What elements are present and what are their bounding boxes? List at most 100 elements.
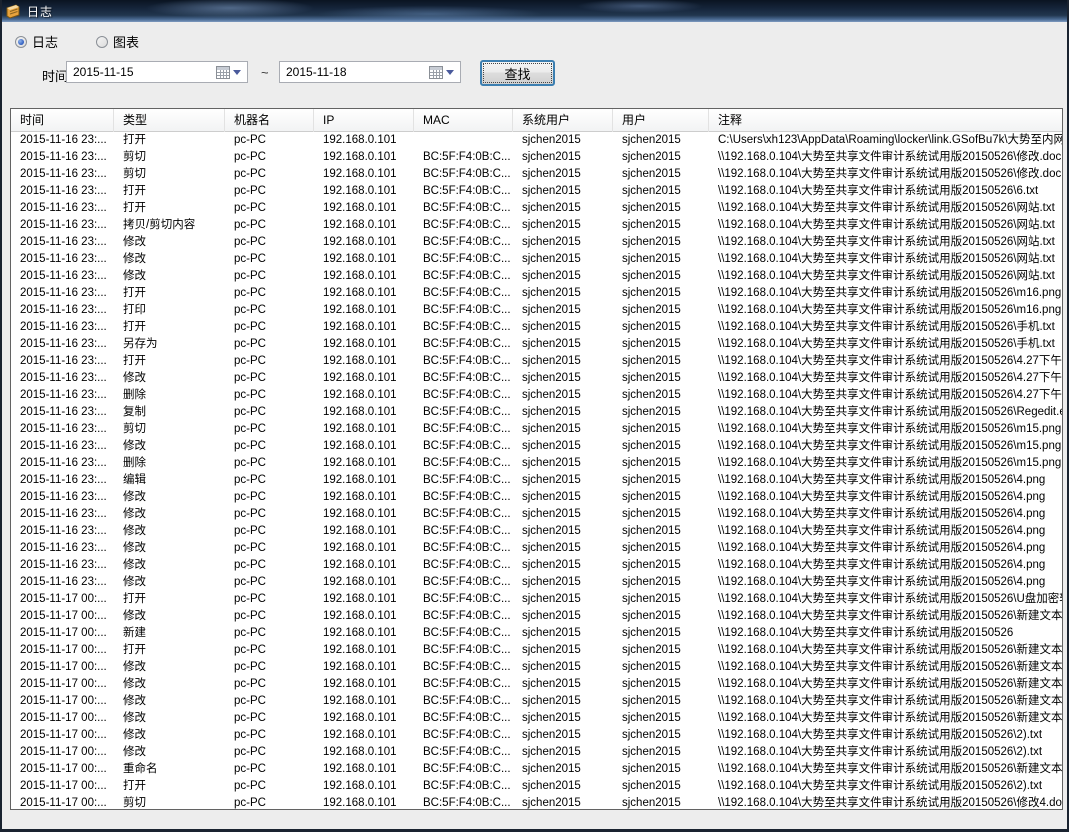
- time-label: 时间: [42, 66, 68, 85]
- cell-type: 拷贝/剪切内容: [114, 217, 225, 234]
- table-row[interactable]: 2015-11-17 00:...新建pc-PC192.168.0.101BC:…: [11, 625, 1062, 642]
- cell-machine: pc-PC: [225, 455, 314, 472]
- cell-type: 修改: [114, 489, 225, 506]
- cell-comment: \\192.168.0.104\大势至共享文件审计系统试用版20150526\2…: [709, 778, 1062, 795]
- cell-user: sjchen2015: [613, 387, 709, 404]
- table-row[interactable]: 2015-11-16 23:...打印pc-PC192.168.0.101BC:…: [11, 302, 1062, 319]
- table-row[interactable]: 2015-11-16 23:...打开pc-PC192.168.0.101BC:…: [11, 319, 1062, 336]
- table-row[interactable]: 2015-11-17 00:...重命名pc-PC192.168.0.101BC…: [11, 761, 1062, 778]
- table-row[interactable]: 2015-11-16 23:...复制pc-PC192.168.0.101BC:…: [11, 404, 1062, 421]
- table-row[interactable]: 2015-11-17 00:...修改pc-PC192.168.0.101BC:…: [11, 744, 1062, 761]
- table-row[interactable]: 2015-11-16 23:...修改pc-PC192.168.0.101BC:…: [11, 438, 1062, 455]
- cell-type: 打开: [114, 183, 225, 200]
- column-header-type[interactable]: 类型: [114, 109, 225, 132]
- table-row[interactable]: 2015-11-16 23:...修改pc-PC192.168.0.101BC:…: [11, 557, 1062, 574]
- table-row[interactable]: 2015-11-17 00:...打开pc-PC192.168.0.101BC:…: [11, 642, 1062, 659]
- column-header-mac[interactable]: MAC: [414, 109, 513, 132]
- cell-mac: BC:5F:F4:0B:C...: [414, 438, 513, 455]
- table-row[interactable]: 2015-11-17 00:...剪切pc-PC192.168.0.101BC:…: [11, 795, 1062, 810]
- table-row[interactable]: 2015-11-16 23:...打开pc-PC192.168.0.101BC:…: [11, 183, 1062, 200]
- table-row[interactable]: 2015-11-16 23:...剪切pc-PC192.168.0.101BC:…: [11, 166, 1062, 183]
- cell-machine: pc-PC: [225, 608, 314, 625]
- cell-mac: BC:5F:F4:0B:C...: [414, 149, 513, 166]
- cell-time: 2015-11-16 23:...: [11, 574, 114, 591]
- cell-mac: BC:5F:F4:0B:C...: [414, 744, 513, 761]
- search-button[interactable]: 查找: [480, 60, 555, 86]
- cell-sys_user: sjchen2015: [513, 744, 613, 761]
- cell-sys_user: sjchen2015: [513, 336, 613, 353]
- cell-sys_user: sjchen2015: [513, 217, 613, 234]
- radio-log[interactable]: 日志: [15, 32, 58, 51]
- date-to-picker[interactable]: 2015-11-18: [279, 61, 461, 83]
- table-row[interactable]: 2015-11-17 00:...修改pc-PC192.168.0.101BC:…: [11, 676, 1062, 693]
- table-row[interactable]: 2015-11-16 23:...打开pc-PC192.168.0.101sjc…: [11, 132, 1062, 149]
- cell-comment: \\192.168.0.104\大势至共享文件审计系统试用版20150526\4…: [709, 472, 1062, 489]
- table-row[interactable]: 2015-11-16 23:...拷贝/剪切内容pc-PC192.168.0.1…: [11, 217, 1062, 234]
- cell-mac: BC:5F:F4:0B:C...: [414, 778, 513, 795]
- cell-user: sjchen2015: [613, 302, 709, 319]
- table-row[interactable]: 2015-11-16 23:...删除pc-PC192.168.0.101BC:…: [11, 455, 1062, 472]
- table-row[interactable]: 2015-11-16 23:...修改pc-PC192.168.0.101BC:…: [11, 523, 1062, 540]
- cell-user: sjchen2015: [613, 183, 709, 200]
- table-row[interactable]: 2015-11-16 23:...编辑pc-PC192.168.0.101BC:…: [11, 472, 1062, 489]
- titlebar[interactable]: 日志: [0, 0, 1069, 22]
- cell-time: 2015-11-17 00:...: [11, 693, 114, 710]
- table-row[interactable]: 2015-11-17 00:...修改pc-PC192.168.0.101BC:…: [11, 693, 1062, 710]
- table-row[interactable]: 2015-11-17 00:...修改pc-PC192.168.0.101BC:…: [11, 727, 1062, 744]
- cell-ip: 192.168.0.101: [314, 489, 414, 506]
- cell-ip: 192.168.0.101: [314, 251, 414, 268]
- cell-user: sjchen2015: [613, 761, 709, 778]
- table-row[interactable]: 2015-11-16 23:...打开pc-PC192.168.0.101BC:…: [11, 200, 1062, 217]
- column-header-user[interactable]: 用户: [613, 109, 709, 132]
- dropdown-arrow-icon[interactable]: [446, 70, 454, 75]
- column-header-ip[interactable]: IP: [314, 109, 414, 132]
- table-row[interactable]: 2015-11-17 00:...修改pc-PC192.168.0.101BC:…: [11, 608, 1062, 625]
- table-body[interactable]: 2015-11-16 23:...打开pc-PC192.168.0.101sjc…: [11, 132, 1062, 810]
- cell-mac: BC:5F:F4:0B:C...: [414, 285, 513, 302]
- log-table: 时间类型机器名IPMAC系统用户用户注释 2015-11-16 23:...打开…: [10, 108, 1063, 810]
- radio-chart[interactable]: 图表: [96, 32, 139, 51]
- date-from-picker[interactable]: 2015-11-15: [66, 61, 248, 83]
- cell-ip: 192.168.0.101: [314, 370, 414, 387]
- cell-machine: pc-PC: [225, 421, 314, 438]
- cell-type: 修改: [114, 557, 225, 574]
- cell-comment: \\192.168.0.104\大势至共享文件审计系统试用版20150526\6…: [709, 183, 1062, 200]
- table-row[interactable]: 2015-11-16 23:...删除pc-PC192.168.0.101BC:…: [11, 387, 1062, 404]
- table-row[interactable]: 2015-11-16 23:...修改pc-PC192.168.0.101BC:…: [11, 574, 1062, 591]
- cell-ip: 192.168.0.101: [314, 523, 414, 540]
- column-header-time[interactable]: 时间: [11, 109, 114, 132]
- table-row[interactable]: 2015-11-17 00:...打开pc-PC192.168.0.101BC:…: [11, 591, 1062, 608]
- table-row[interactable]: 2015-11-17 00:...修改pc-PC192.168.0.101BC:…: [11, 659, 1062, 676]
- column-header-machine[interactable]: 机器名: [225, 109, 314, 132]
- table-row[interactable]: 2015-11-16 23:...打开pc-PC192.168.0.101BC:…: [11, 285, 1062, 302]
- table-row[interactable]: 2015-11-16 23:...修改pc-PC192.168.0.101BC:…: [11, 370, 1062, 387]
- cell-comment: \\192.168.0.104\大势至共享文件审计系统试用版20150526\网…: [709, 234, 1062, 251]
- cell-sys_user: sjchen2015: [513, 319, 613, 336]
- table-row[interactable]: 2015-11-16 23:...修改pc-PC192.168.0.101BC:…: [11, 506, 1062, 523]
- column-header-comment[interactable]: 注释: [709, 109, 1063, 132]
- table-row[interactable]: 2015-11-16 23:...剪切pc-PC192.168.0.101BC:…: [11, 149, 1062, 166]
- table-row[interactable]: 2015-11-17 00:...打开pc-PC192.168.0.101BC:…: [11, 778, 1062, 795]
- table-row[interactable]: 2015-11-16 23:...修改pc-PC192.168.0.101BC:…: [11, 540, 1062, 557]
- table-row[interactable]: 2015-11-16 23:...打开pc-PC192.168.0.101BC:…: [11, 353, 1062, 370]
- dropdown-arrow-icon[interactable]: [233, 70, 241, 75]
- cell-type: 修改: [114, 744, 225, 761]
- cell-user: sjchen2015: [613, 149, 709, 166]
- cell-user: sjchen2015: [613, 132, 709, 149]
- table-row[interactable]: 2015-11-16 23:...修改pc-PC192.168.0.101BC:…: [11, 489, 1062, 506]
- table-row[interactable]: 2015-11-17 00:...修改pc-PC192.168.0.101BC:…: [11, 710, 1062, 727]
- table-row[interactable]: 2015-11-16 23:...剪切pc-PC192.168.0.101BC:…: [11, 421, 1062, 438]
- cell-comment: \\192.168.0.104\大势至共享文件审计系统试用版20150526\修…: [709, 149, 1062, 166]
- cell-machine: pc-PC: [225, 778, 314, 795]
- column-header-sys_user[interactable]: 系统用户: [513, 109, 613, 132]
- cell-sys_user: sjchen2015: [513, 625, 613, 642]
- table-row[interactable]: 2015-11-16 23:...修改pc-PC192.168.0.101BC:…: [11, 234, 1062, 251]
- table-row[interactable]: 2015-11-16 23:...另存为pc-PC192.168.0.101BC…: [11, 336, 1062, 353]
- calendar-icon: [216, 66, 230, 79]
- cell-ip: 192.168.0.101: [314, 761, 414, 778]
- table-row[interactable]: 2015-11-16 23:...修改pc-PC192.168.0.101BC:…: [11, 268, 1062, 285]
- cell-ip: 192.168.0.101: [314, 166, 414, 183]
- cell-comment: \\192.168.0.104\大势至共享文件审计系统试用版20150526\4…: [709, 540, 1062, 557]
- cell-mac: BC:5F:F4:0B:C...: [414, 625, 513, 642]
- table-row[interactable]: 2015-11-16 23:...修改pc-PC192.168.0.101BC:…: [11, 251, 1062, 268]
